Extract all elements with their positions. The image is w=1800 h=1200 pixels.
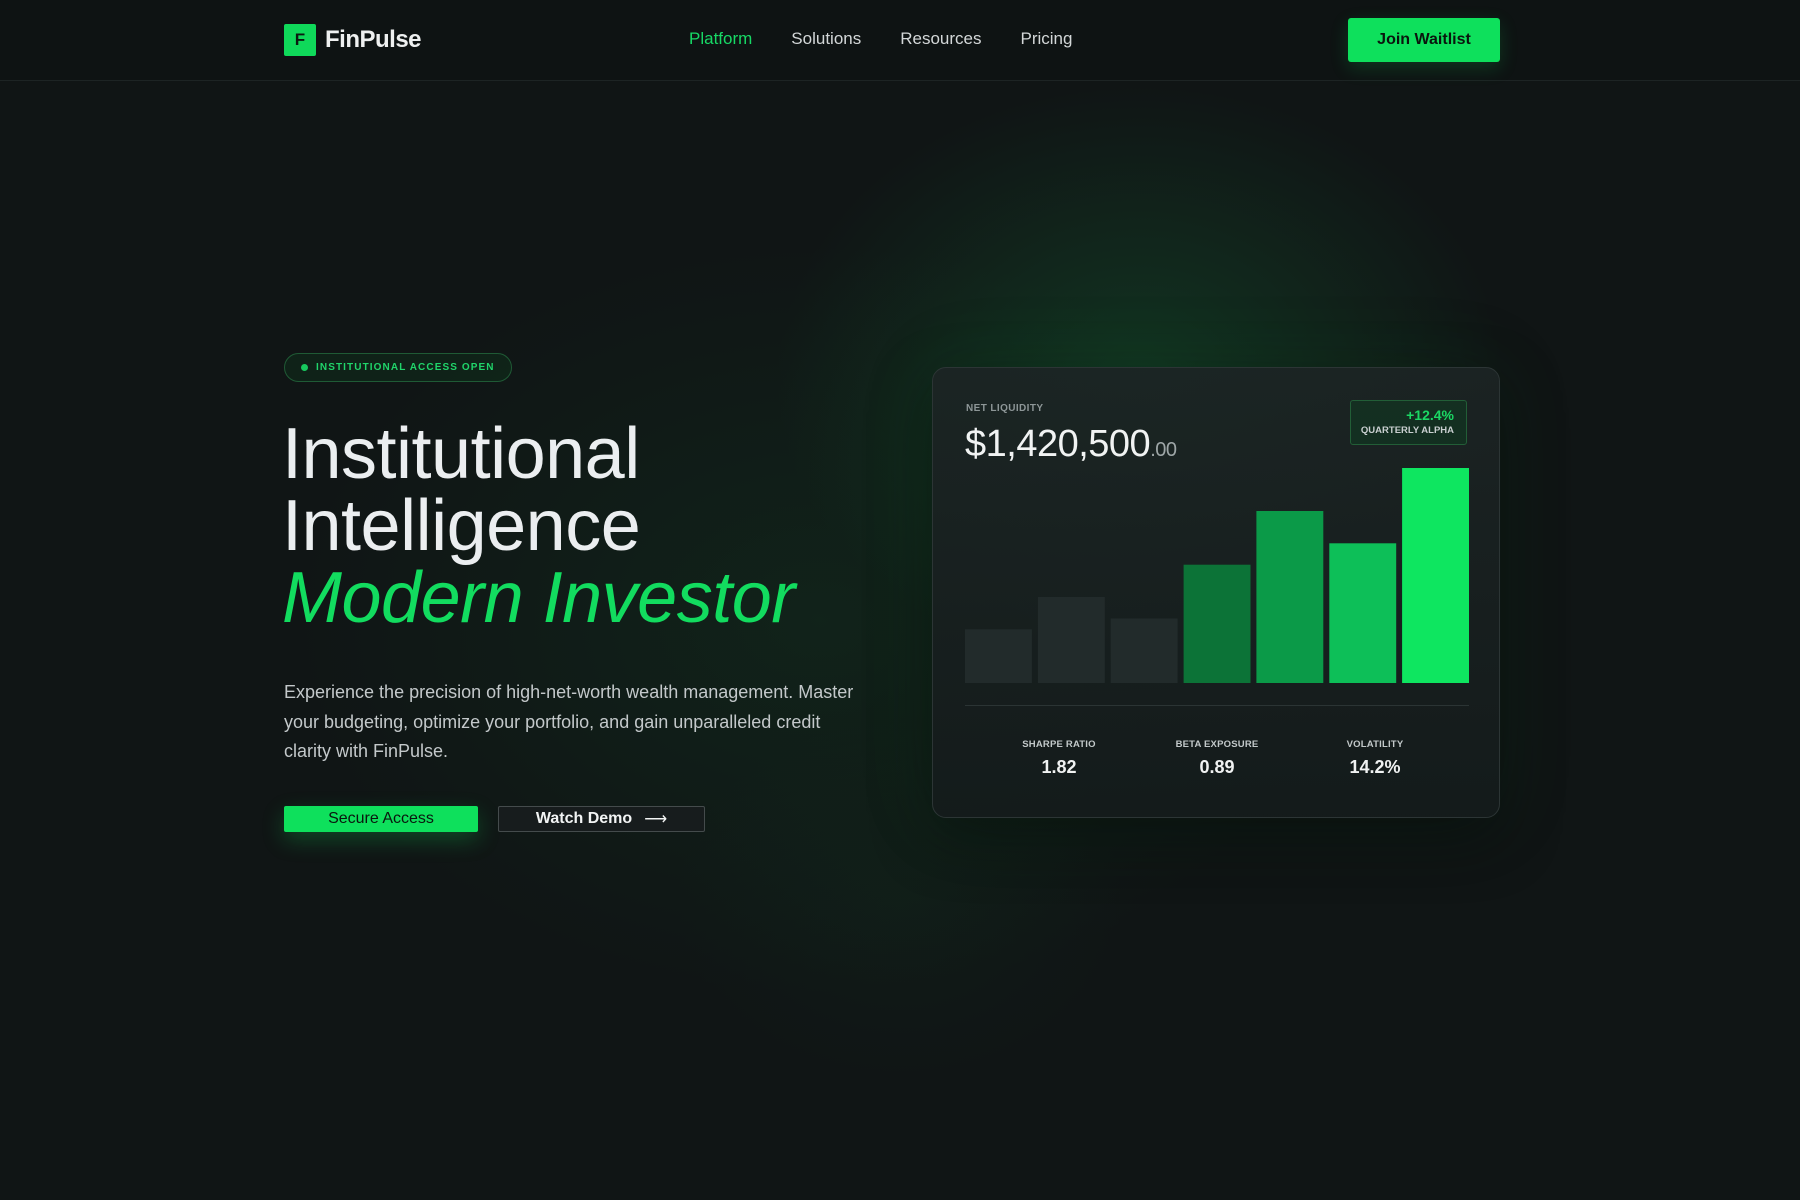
chart-bar-4 (1183, 564, 1251, 683)
chart-bar-6 (1329, 543, 1397, 683)
net-liquidity-label: NET LIQUIDITY (966, 403, 1044, 414)
secure-access-button[interactable]: Secure Access (284, 806, 478, 832)
chart-bar-5 (1256, 511, 1324, 683)
stat-beta-exposure: BETA EXPOSURE 0.89 (1147, 739, 1287, 778)
stat-value: 0.89 (1199, 757, 1235, 777)
watch-demo-label: Watch Demo (535, 810, 633, 827)
stat-volatility: VOLATILITY 14.2% (1305, 739, 1445, 778)
logo-mark-icon: F (284, 24, 316, 56)
chart-bar-3 (1110, 618, 1178, 683)
hero-description: Experience the precision of high-net-wor… (284, 682, 854, 761)
hero-title-accent: Modern Investor (282, 558, 795, 638)
nav-item-solutions[interactable]: Solutions (791, 29, 861, 49)
nav-item-pricing[interactable]: Pricing (1021, 29, 1073, 49)
chart-bar-7 (1402, 468, 1469, 683)
stat-label: VOLATILITY (1346, 739, 1404, 750)
status-badge-label: INSTITUTIONAL ACCESS OPEN (316, 362, 495, 373)
hero-title-line1: Institutional (282, 414, 640, 494)
portfolio-card: NET LIQUIDITY $1,420,500.00 +12.4% QUART… (932, 367, 1500, 818)
stat-label: BETA EXPOSURE (1175, 739, 1259, 750)
background-glow (0, 0, 1800, 1200)
hero-title: Institutional Intelligence Modern Invest… (282, 418, 795, 634)
performance-bar-chart (965, 468, 1469, 683)
site-header: F FinPulse Platform Solutions Resources … (0, 0, 1800, 81)
stat-label: SHARPE RATIO (1022, 739, 1096, 750)
stat-value: 14.2% (1349, 757, 1401, 777)
nav-item-resources[interactable]: Resources (900, 29, 981, 49)
stat-value: 1.82 (1041, 757, 1077, 777)
main-nav: Platform Solutions Resources Pricing (689, 29, 1111, 49)
watch-demo-button[interactable]: Watch Demo ⟶ (498, 806, 705, 832)
arrow-right-icon: ⟶ (644, 811, 668, 828)
stat-sharpe-ratio: SHARPE RATIO 1.82 (989, 739, 1129, 778)
status-dot-icon (301, 364, 308, 371)
quarterly-alpha-badge: +12.4% QUARTERLY ALPHA (1350, 400, 1467, 445)
join-waitlist-button[interactable]: Join Waitlist (1348, 18, 1500, 62)
brand-name: FinPulse (325, 26, 422, 53)
chart-bar-1 (965, 629, 1032, 683)
status-badge: INSTITUTIONAL ACCESS OPEN (284, 353, 512, 382)
net-liquidity-cents: .00 (1150, 439, 1177, 461)
brand-logo[interactable]: F FinPulse (284, 24, 422, 56)
card-divider (965, 705, 1469, 706)
nav-item-platform[interactable]: Platform (689, 29, 752, 49)
quarterly-alpha-label: QUARTERLY ALPHA (1360, 425, 1454, 436)
net-liquidity-main: $1,420,500 (965, 423, 1151, 465)
net-liquidity-value: $1,420,500.00 (965, 423, 1177, 466)
hero-title-line2: Intelligence (282, 486, 641, 566)
chart-bar-2 (1037, 597, 1105, 683)
quarterly-alpha-value: +12.4% (1406, 407, 1454, 423)
